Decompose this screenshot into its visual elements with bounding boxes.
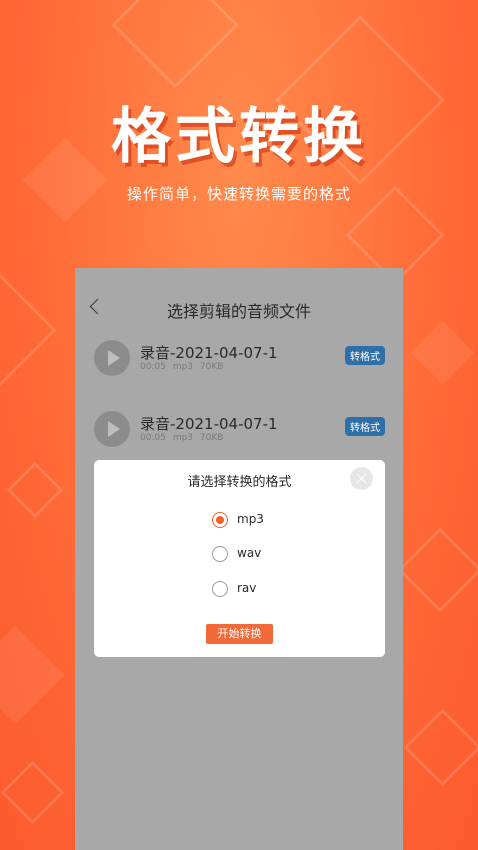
list-item[interactable]: 录音-2021-04-07-1 00:05 mp3 70KB 转格式 (75, 340, 403, 390)
recording-duration: 00:05 (140, 433, 166, 443)
play-icon (108, 350, 120, 366)
recording-format: mp3 (172, 362, 194, 372)
option-label: rav (237, 581, 257, 595)
start-convert-button[interactable]: 开始转换 (206, 624, 273, 644)
radio-selected-icon[interactable] (212, 512, 228, 528)
radio-icon[interactable] (212, 581, 228, 597)
convert-format-button[interactable]: 转格式 (345, 346, 385, 365)
recording-meta: 00:05 mp3 70KB (140, 362, 223, 372)
dialog-title: 请选择转换的格式 (187, 475, 292, 490)
screen-title: 选择剪辑的音频文件 (166, 302, 311, 321)
format-dialog: 请选择转换的格式 mp3 wav rav 开始转换 (94, 460, 385, 657)
convert-format-button[interactable]: 转格式 (345, 417, 385, 436)
play-icon (108, 421, 120, 437)
recording-size: 70KB (199, 433, 224, 443)
option-label: wav (237, 546, 262, 560)
recording-duration: 00:05 (140, 362, 166, 372)
radio-icon[interactable] (212, 546, 228, 562)
option-label: mp3 (237, 512, 264, 526)
play-button[interactable] (94, 411, 130, 447)
recording-format: mp3 (172, 433, 194, 443)
screen-header: 选择剪辑的音频文件 (75, 268, 403, 348)
hero-subtitle: 操作简单，快速转换需要的格式 (126, 185, 351, 203)
play-button[interactable] (94, 340, 130, 376)
close-icon[interactable] (350, 467, 373, 490)
recording-meta: 00:05 mp3 70KB (140, 433, 223, 443)
hero-title: 格式转换 (111, 102, 367, 172)
recording-name: 录音-2021-04-07-1 (140, 415, 278, 433)
list-item[interactable]: 录音-2021-04-07-1 00:05 mp3 70KB 转格式 (75, 411, 403, 461)
recording-size: 70KB (199, 362, 224, 372)
recording-name: 录音-2021-04-07-1 (140, 344, 278, 362)
